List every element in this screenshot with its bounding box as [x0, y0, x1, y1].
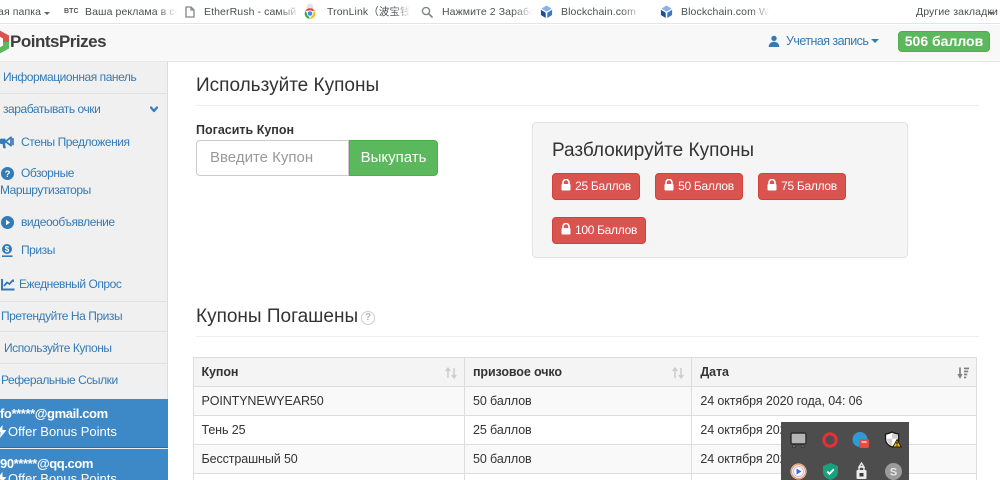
svg-text:?: ? [5, 168, 11, 179]
svg-text:S: S [890, 467, 897, 479]
svg-text:$: $ [5, 245, 10, 254]
